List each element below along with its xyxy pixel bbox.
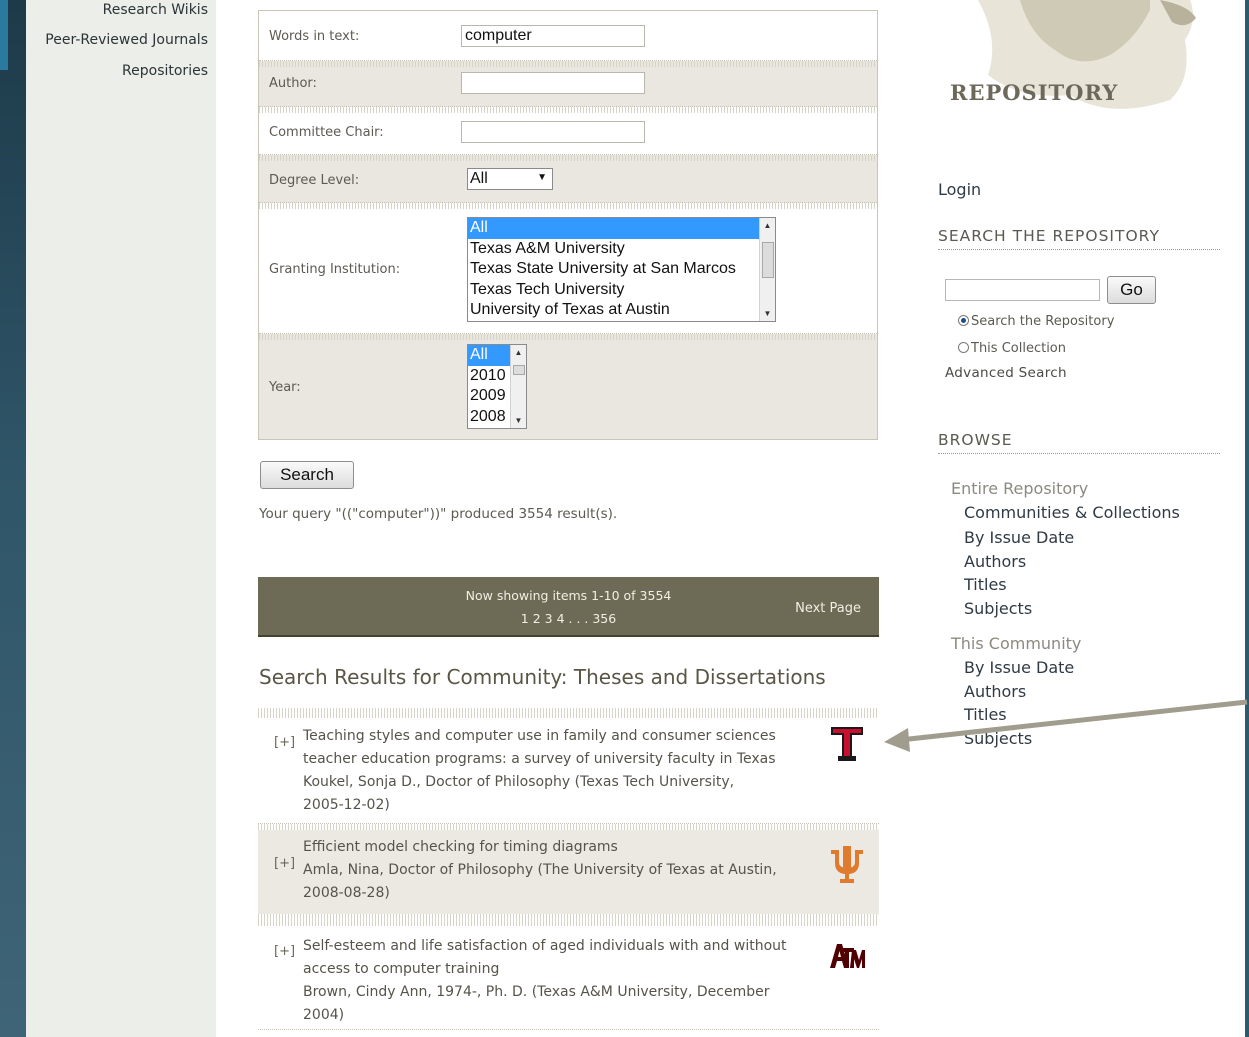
degree-label: Degree Level:	[269, 173, 360, 188]
result-item: [+] Self-esteem and life satisfaction of…	[258, 926, 879, 1030]
institution-row: Granting Institution: All Texas A&M Univ…	[259, 203, 877, 334]
sidebar-item-repositories[interactable]: Repositories	[122, 63, 208, 79]
login-link[interactable]: Login	[938, 180, 981, 199]
browse-subjects[interactable]: Subjects	[964, 599, 1032, 618]
this-community-label: This Community	[951, 634, 1082, 653]
query-summary: Your query "(("computer"))" produced 355…	[259, 506, 618, 522]
result-title[interactable]: Self-esteem and life satisfaction of age…	[303, 935, 803, 958]
radio-label: This Collection	[971, 341, 1066, 356]
author-row: Author:	[259, 61, 877, 107]
scroll-down-icon[interactable]: ▼	[511, 416, 526, 425]
community-by-issue-date[interactable]: By Issue Date	[964, 658, 1074, 677]
author-label: Author:	[269, 76, 317, 91]
institution-option[interactable]: All	[468, 218, 759, 239]
scrollbar-thumb[interactable]	[762, 242, 774, 278]
scroll-down-icon[interactable]: ▼	[760, 309, 775, 318]
texas-tech-logo	[830, 726, 864, 762]
result-meta: Amla, Nina, Doctor of Philosophy (The Un…	[303, 862, 777, 878]
words-input[interactable]: computer	[461, 25, 645, 47]
words-label: Words in text:	[269, 29, 360, 44]
search-form: Words in text: computer Author: Committe…	[258, 10, 878, 440]
page-numbers[interactable]: 1 2 3 4 . . . 356	[258, 611, 879, 626]
window-accent-bar	[0, 0, 8, 70]
repository-title: REPOSITORY	[950, 80, 1119, 105]
radio-this-collection[interactable]: This Collection	[958, 341, 1066, 356]
window-left-frame	[0, 0, 26, 1037]
advanced-search-link[interactable]: Advanced Search	[945, 365, 1067, 381]
entire-repository-label: Entire Repository	[951, 479, 1089, 498]
repository-banner-art	[960, 0, 1200, 130]
result-date: 2008-08-28)	[303, 885, 390, 901]
window-right-frame	[1245, 0, 1249, 1037]
institution-option[interactable]: Texas A&M University	[468, 239, 759, 260]
results-heading: Search Results for Community: Theses and…	[259, 665, 826, 689]
search-repository-heading: SEARCH THE REPOSITORY	[938, 227, 1220, 250]
annotation-arrow	[880, 690, 1249, 764]
ut-austin-logo	[828, 844, 866, 886]
result-item: [+] Teaching styles and computer use in …	[258, 718, 879, 824]
result-title-continued[interactable]: teacher education programs: a survey of …	[303, 748, 803, 771]
go-button[interactable]: Go	[1107, 276, 1156, 304]
scroll-up-icon[interactable]: ▲	[511, 348, 526, 357]
degree-select[interactable]: All ▼	[467, 168, 553, 190]
degree-row: Degree Level: All ▼	[259, 155, 877, 203]
chair-row: Committee Chair:	[259, 107, 877, 155]
chair-input[interactable]	[461, 121, 645, 143]
year-listbox[interactable]: All 2010 2009 2008 ▲ ▼	[467, 344, 527, 429]
result-title[interactable]: Teaching styles and computer use in fami…	[303, 725, 803, 748]
radio-search-repository[interactable]: Search the Repository	[958, 314, 1114, 329]
result-title-continued[interactable]: access to computer training	[303, 958, 803, 981]
institution-label: Granting Institution:	[269, 262, 401, 277]
texas-am-logo	[828, 942, 866, 970]
browse-communities-collections[interactable]: Communities & Collections	[964, 503, 1180, 522]
search-button[interactable]: Search	[260, 461, 354, 489]
year-row: Year: All 2010 2009 2008 ▲ ▼	[259, 334, 877, 439]
browse-titles[interactable]: Titles	[964, 575, 1007, 594]
institution-option[interactable]: Texas State University at San Marcos	[468, 259, 759, 280]
author-input[interactable]	[461, 72, 645, 94]
result-date: 2004)	[303, 1007, 345, 1023]
year-option[interactable]: 2009	[468, 386, 510, 407]
result-date: 2005-12-02)	[303, 797, 390, 813]
chevron-down-icon: ▼	[537, 172, 547, 183]
institution-scrollbar[interactable]: ▲ ▼	[759, 218, 775, 321]
result-title[interactable]: Efficient model checking for timing diag…	[303, 836, 803, 859]
expand-toggle[interactable]: [+]	[274, 856, 295, 871]
sidebar-item-research-wikis[interactable]: Research Wikis	[103, 2, 208, 18]
chair-label: Committee Chair:	[269, 125, 384, 140]
next-page-link[interactable]: Next Page	[795, 601, 861, 616]
results-pager: Now showing items 1-10 of 3554 1 2 3 4 .…	[258, 577, 879, 637]
browse-by-issue-date[interactable]: By Issue Date	[964, 528, 1074, 547]
expand-toggle[interactable]: [+]	[274, 944, 295, 959]
year-label: Year:	[269, 380, 301, 395]
year-scrollbar[interactable]: ▲ ▼	[510, 345, 526, 428]
expand-toggle[interactable]: [+]	[274, 735, 295, 750]
year-option[interactable]: All	[468, 345, 510, 366]
radio-unselected-icon[interactable]	[958, 342, 969, 353]
institution-listbox[interactable]: All Texas A&M University Texas State Uni…	[467, 217, 776, 322]
institution-option[interactable]: University of Texas at Austin	[468, 300, 759, 321]
result-item: [+] Efficient model checking for timing …	[258, 830, 879, 914]
year-option[interactable]: 2008	[468, 407, 510, 428]
showing-items-text: Now showing items 1-10 of 3554	[465, 588, 672, 603]
sidebar-item-peer-reviewed-journals[interactable]: Peer-Reviewed Journals	[45, 32, 208, 48]
year-option[interactable]: 2010	[468, 366, 510, 387]
radio-label: Search the Repository	[971, 314, 1115, 329]
institution-option[interactable]: Texas Tech University	[468, 280, 759, 301]
browse-heading: BROWSE	[938, 431, 1220, 454]
result-meta: Brown, Cindy Ann, 1974-, Ph. D. (Texas A…	[303, 984, 770, 1000]
words-row: Words in text: computer	[259, 11, 877, 61]
browse-authors[interactable]: Authors	[964, 552, 1026, 571]
left-sidebar: Research Wikis Peer-Reviewed Journals Re…	[26, 0, 216, 1037]
result-meta: Koukel, Sonja D., Doctor of Philosophy (…	[303, 774, 735, 790]
scrollbar-thumb[interactable]	[513, 365, 525, 375]
scroll-up-icon[interactable]: ▲	[760, 221, 775, 230]
repository-search-input[interactable]	[945, 279, 1100, 301]
radio-selected-icon[interactable]	[958, 315, 969, 326]
